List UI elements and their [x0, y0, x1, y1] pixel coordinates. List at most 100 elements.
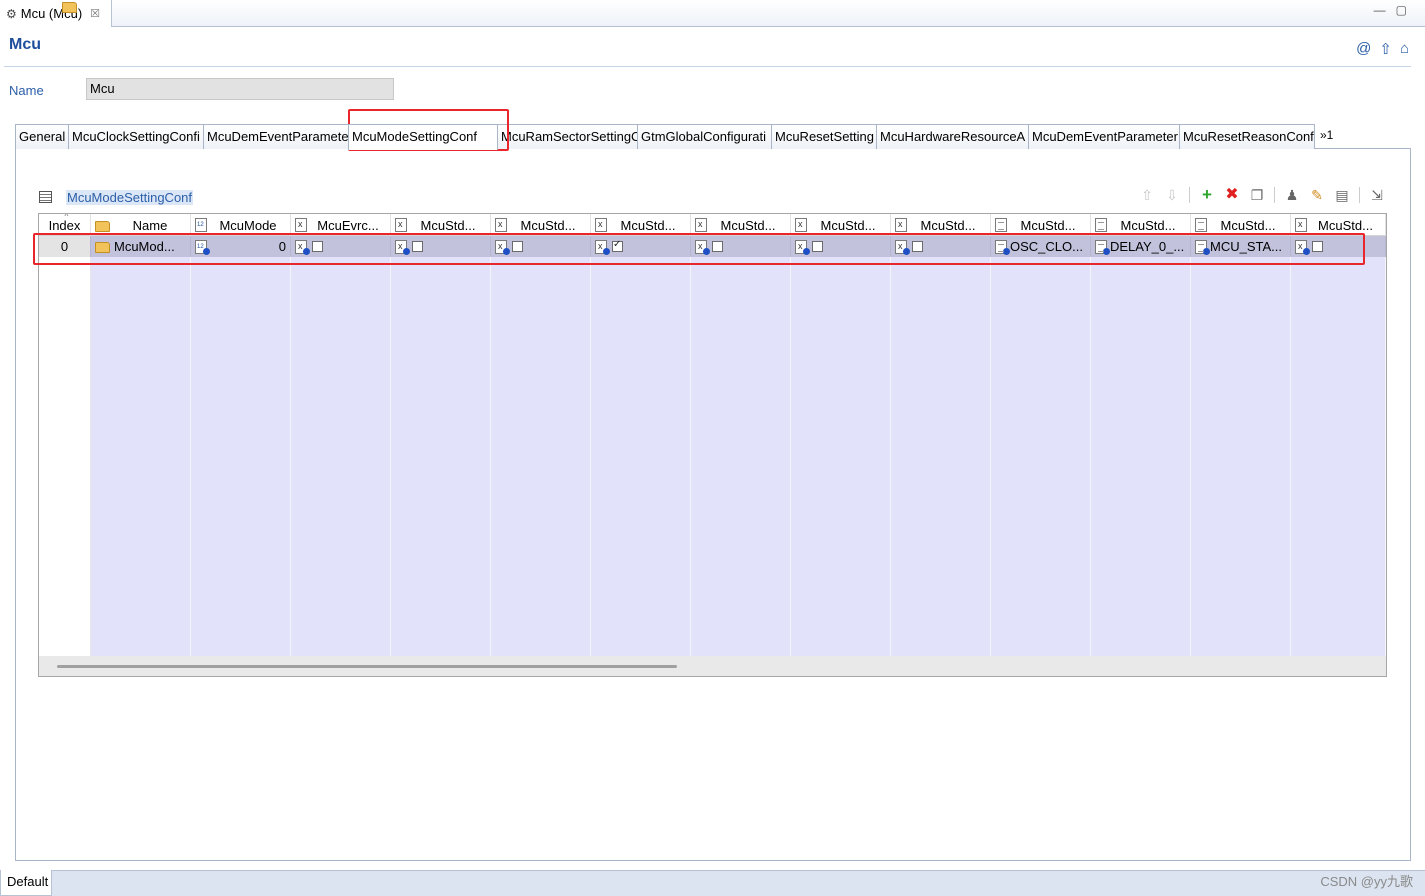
empty-cell [791, 488, 891, 509]
copy-icon[interactable]: ❐ [1249, 187, 1265, 203]
empty-cell [91, 530, 191, 551]
empty-cell [791, 467, 891, 488]
empty-cell [591, 467, 691, 488]
toolbar-separator [1189, 187, 1190, 203]
empty-cell [1091, 278, 1191, 299]
edit-icon[interactable]: ✎ [1309, 187, 1325, 203]
empty-cell [391, 299, 491, 320]
empty-cell [39, 467, 91, 488]
empty-cell [991, 614, 1091, 635]
empty-cell [1191, 320, 1291, 341]
empty-cell [1091, 551, 1191, 572]
empty-cell [591, 425, 691, 446]
empty-cell [91, 425, 191, 446]
home-icon[interactable]: ⌂ [1400, 40, 1409, 58]
empty-cell [39, 551, 91, 572]
empty-table-row [39, 278, 1386, 299]
empty-cell [191, 341, 291, 362]
empty-cell [691, 614, 791, 635]
tab-general[interactable]: General [15, 124, 69, 149]
empty-cell [291, 341, 391, 362]
empty-cell [891, 572, 991, 593]
empty-cell [39, 635, 91, 656]
empty-cell [891, 383, 991, 404]
empty-cell [1091, 572, 1191, 593]
empty-cell [191, 299, 291, 320]
empty-cell [1191, 614, 1291, 635]
empty-cell [491, 635, 591, 656]
empty-cell [391, 614, 491, 635]
name-label: Name [9, 83, 44, 98]
empty-cell [491, 383, 591, 404]
empty-cell [191, 404, 291, 425]
empty-cell [991, 278, 1091, 299]
editor-tab-mcu[interactable]: ⚙ Mcu (Mcu) ☒ [0, 0, 112, 27]
empty-cell [1091, 614, 1191, 635]
empty-cell [891, 362, 991, 383]
more-tabs-chevron[interactable]: »1 [1314, 124, 1339, 149]
empty-cell [591, 320, 691, 341]
minimize-icon[interactable]: — [1374, 3, 1386, 17]
empty-cell [791, 530, 891, 551]
tab-mcu-hardware-resource[interactable]: McuHardwareResourceA [876, 124, 1029, 149]
empty-cell [1291, 593, 1386, 614]
tab-mcu-dem-event-parameter[interactable]: McuDemEventParameter [203, 124, 349, 149]
horizontal-scrollbar[interactable] [57, 665, 677, 668]
empty-cell [691, 446, 791, 467]
boolean-icon [895, 218, 907, 232]
empty-cell [891, 593, 991, 614]
name-field[interactable]: Mcu [86, 78, 394, 100]
empty-cell [1191, 341, 1291, 362]
person-icon[interactable]: ♟ [1284, 187, 1300, 203]
empty-table-row [39, 383, 1386, 404]
empty-cell [991, 467, 1091, 488]
editor-tab-strip: ⚙ Mcu (Mcu) ☒ — ▢ [0, 0, 1425, 27]
tab-mcu-mode-setting-conf[interactable]: McuModeSettingConf [348, 124, 498, 150]
config-tabs: General McuClockSettingConfi McuDemEvent… [15, 124, 1411, 150]
empty-cell [1291, 383, 1386, 404]
add-icon[interactable]: + [1199, 186, 1215, 203]
empty-cell [491, 278, 591, 299]
export-icon[interactable]: ⇲ [1369, 187, 1385, 203]
empty-table-row [39, 467, 1386, 488]
empty-cell [791, 572, 891, 593]
tab-mcu-dem-event-parameter-2[interactable]: McuDemEventParameter [1028, 124, 1180, 149]
empty-cell [1191, 425, 1291, 446]
empty-cell [991, 509, 1091, 530]
move-up-icon[interactable]: ⇧ [1139, 187, 1155, 203]
delete-icon[interactable]: ✖ [1224, 187, 1240, 203]
empty-cell [491, 320, 591, 341]
empty-cell [991, 299, 1091, 320]
close-icon[interactable]: ☒ [90, 7, 100, 20]
empty-table-row [39, 572, 1386, 593]
empty-cell [1291, 404, 1386, 425]
empty-cell [391, 278, 491, 299]
boolean-icon [495, 218, 507, 232]
empty-cell [491, 614, 591, 635]
empty-cell [791, 614, 891, 635]
watermark: CSDN @yy九歌 [1320, 874, 1413, 889]
maximize-icon[interactable]: ▢ [1396, 3, 1407, 17]
move-down-icon[interactable]: ⇩ [1164, 187, 1180, 203]
empty-cell [391, 488, 491, 509]
text-icon [995, 218, 1007, 232]
tab-gtm-global-configuration[interactable]: GtmGlobalConfigurati [637, 124, 772, 149]
empty-cell [791, 299, 891, 320]
table-edit-icon[interactable]: ▤ [1334, 187, 1350, 203]
empty-cell [291, 635, 391, 656]
tab-mcu-reset-reason-conf[interactable]: McuResetReasonConf [1179, 124, 1315, 149]
tab-mcu-reset-setting[interactable]: McuResetSetting [771, 124, 877, 149]
at-icon[interactable]: @ [1356, 40, 1371, 58]
empty-cell [191, 509, 291, 530]
empty-cell [691, 278, 791, 299]
empty-cell [39, 404, 91, 425]
empty-cell [191, 551, 291, 572]
tab-mcu-clock-setting[interactable]: McuClockSettingConfi [68, 124, 204, 149]
tab-mcu-ram-sector-setting[interactable]: McuRamSectorSettingC [497, 124, 638, 149]
folder-icon [62, 2, 77, 13]
empty-cell [791, 509, 891, 530]
empty-cell [1191, 467, 1291, 488]
tab-default[interactable]: Default [0, 870, 52, 896]
empty-cell [491, 299, 591, 320]
up-arrow-icon[interactable]: ⇧ [1379, 40, 1392, 58]
